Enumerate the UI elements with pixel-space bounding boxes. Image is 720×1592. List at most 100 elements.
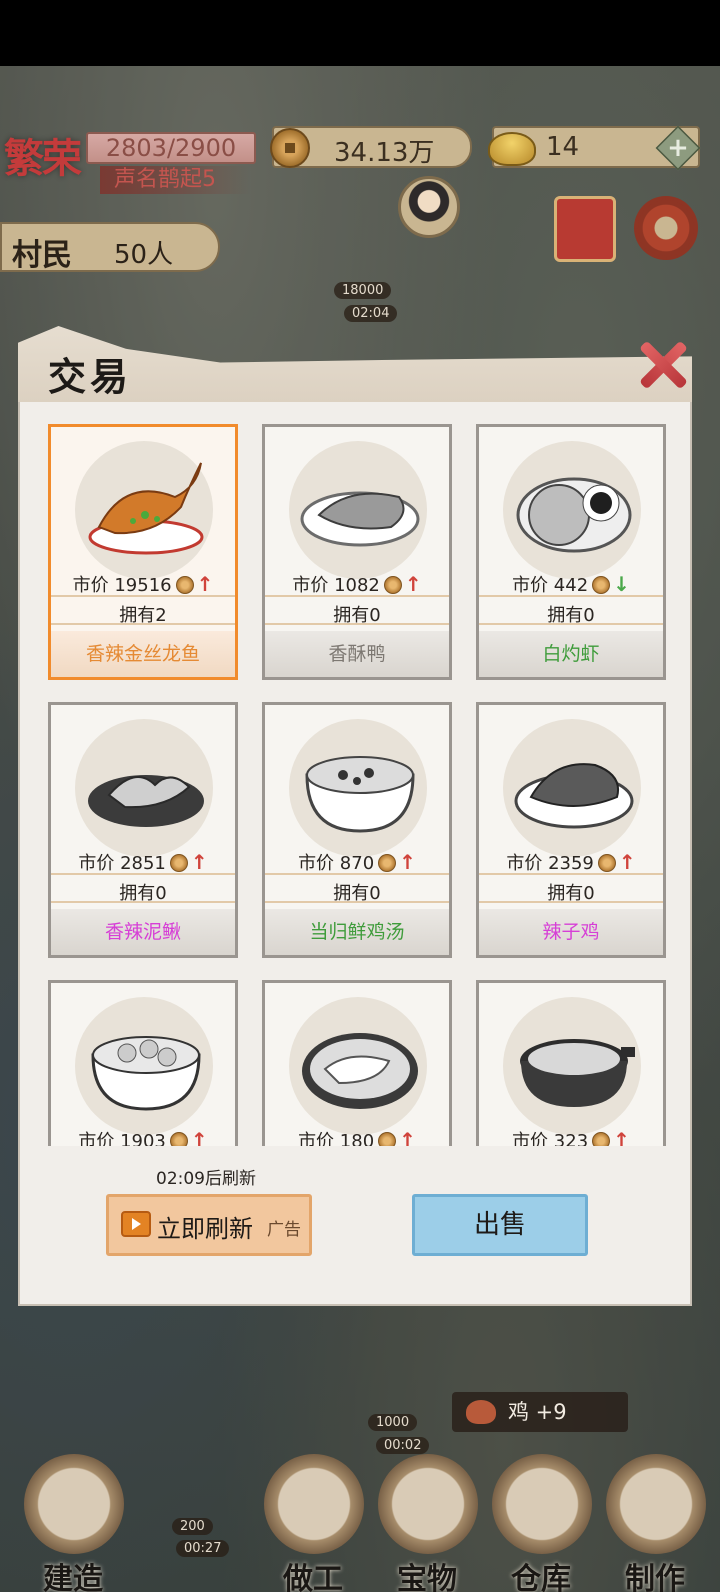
ingot-counter: 14 + <box>488 125 701 171</box>
market-price-value: 442 <box>553 575 589 596</box>
warehouse-icon <box>492 1454 592 1554</box>
dish-name: 当归鲜鸡汤 <box>265 909 449 955</box>
market-price-value: 2359 <box>548 853 594 874</box>
coin-icon <box>175 576 194 594</box>
market-price-value: 180 <box>339 1131 375 1146</box>
refresh-now-button[interactable]: 立即刷新 广告 <box>106 1194 312 1256</box>
nav-build[interactable]: 建造 <box>18 1440 128 1592</box>
nav-warehouse[interactable]: 仓库 <box>486 1440 596 1592</box>
market-price: 市价 1082 ↑ <box>265 571 449 597</box>
market-price-value: 1082 <box>334 575 380 596</box>
add-ingot-button[interactable]: + <box>655 125 701 171</box>
nav-label: 仓库 <box>511 1562 571 1592</box>
market-price: 市价 442 ↓ <box>479 571 663 597</box>
owned-count: 拥有0 <box>479 601 663 626</box>
prosperity-progress: 2803/2900 <box>86 132 256 164</box>
nav-work[interactable]: 做工 <box>258 1440 368 1592</box>
dish-name: 香辣金丝龙鱼 <box>51 631 235 677</box>
market-price-value: 19516 <box>114 575 172 596</box>
prosperity-level: 声名鹊起5 <box>100 166 250 194</box>
dish-card[interactable]: 市价 2359 ↑ 拥有0 辣子鸡 <box>476 702 666 958</box>
market-price-label: 市价 <box>72 575 115 596</box>
shrimp-dish-icon <box>516 477 632 553</box>
trend-up-icon: ↑ <box>404 572 422 596</box>
market-price: 市价 1903 ↑ <box>51 1127 235 1146</box>
nav-label: 制作 <box>625 1562 685 1592</box>
sell-button[interactable]: 出售 <box>412 1194 588 1256</box>
dish-card[interactable]: 市价 2851 ↑ 拥有0 香辣泥鳅 <box>48 702 238 958</box>
market-price-label: 市价 <box>78 1131 121 1146</box>
tv-ad-icon <box>121 1211 151 1237</box>
coin-icon <box>169 1132 188 1146</box>
villagers-value: 50人 <box>114 240 174 270</box>
bottom-nav: 建造 做工 宝物 仓库 制作 <box>0 1440 720 1592</box>
coin-icon <box>378 1132 397 1146</box>
nav-label: 建造 <box>43 1562 103 1592</box>
toast-text: 鸡 +9 <box>508 1400 567 1424</box>
gold-ingot-icon <box>488 132 536 166</box>
market-price: 市价 180 ↑ <box>265 1127 449 1146</box>
coins-value: 34.13万 <box>334 138 435 168</box>
market-price-label: 市价 <box>292 575 335 596</box>
villagers-counter[interactable]: 村民 50人 <box>0 222 220 273</box>
nav-craft[interactable]: 制作 <box>600 1440 710 1592</box>
market-price-label: 市价 <box>512 1131 554 1146</box>
coin-icon <box>169 854 188 872</box>
dish-name: 白灼虾 <box>479 631 663 677</box>
trend-down-icon: ↓ <box>613 572 630 596</box>
dish-card[interactable]: 市价 1903 ↑ <box>48 980 238 1146</box>
work-icon <box>264 1454 364 1554</box>
character-avatar[interactable] <box>398 176 460 238</box>
world-reward-tag: 18000 <box>334 282 392 299</box>
villagers-label: 村民 <box>12 238 72 273</box>
market-price-label: 市价 <box>298 1131 340 1146</box>
nav-treasure[interactable]: 宝物 <box>372 1440 482 1592</box>
dish-card[interactable]: 市价 870 ↑ 拥有0 当归鲜鸡汤 <box>262 702 452 958</box>
dish-name: 辣子鸡 <box>479 909 663 955</box>
spicy-chicken-icon <box>514 763 634 829</box>
coins-counter: 34.13万 <box>270 126 472 168</box>
copper-coin-icon <box>270 128 310 168</box>
dish-name: 香辣泥鳅 <box>51 909 235 955</box>
craft-icon <box>606 1454 706 1554</box>
trend-up-icon: ↑ <box>618 850 636 874</box>
nav-label: 做工 <box>283 1562 343 1592</box>
dish-card[interactable]: 市价 442 ↓ 拥有0 白灼虾 <box>476 424 666 680</box>
coin-icon <box>378 854 397 872</box>
owned-count: 拥有0 <box>479 879 663 904</box>
chicken-icon <box>466 1400 496 1424</box>
red-envelope-button[interactable] <box>554 196 616 262</box>
vegetable-bowl-icon <box>302 1033 418 1109</box>
dish-card[interactable]: 市价 323 ↑ <box>476 980 666 1146</box>
close-icon[interactable] <box>636 338 690 392</box>
status-bar <box>0 0 720 66</box>
dish-card[interactable]: 市价 1082 ↑ 拥有0 香酥鸭 <box>262 424 452 680</box>
world-reward-tag: 1000 <box>368 1414 418 1431</box>
market-price-value: 1903 <box>120 1131 166 1146</box>
market-price-label: 市价 <box>298 853 340 874</box>
owned-count: 拥有0 <box>51 879 235 904</box>
dish-name: 香酥鸭 <box>265 631 449 677</box>
dish-grid[interactable]: 市价 19516 ↑ 拥有2 香辣金丝龙鱼 市价 1082 ↑ 拥有0 香酥鸭 市价 442 ↓ 拥… <box>48 424 672 1146</box>
nav-label: 宝物 <box>397 1562 457 1592</box>
resource-toast: 鸡 +9 <box>452 1392 628 1432</box>
market-price: 市价 19516 ↑ <box>51 571 235 597</box>
market-price: 市价 2851 ↑ <box>51 849 235 875</box>
ingot-value: 14 <box>546 132 580 162</box>
dish-card[interactable]: 市价 19516 ↑ 拥有2 香辣金丝龙鱼 <box>48 424 238 680</box>
prosperity-panel[interactable]: 繁荣 2803/2900 声名鹊起5 <box>0 126 265 196</box>
market-price-label: 市价 <box>512 575 554 596</box>
trend-up-icon: ↑ <box>196 572 214 596</box>
market-price: 市价 870 ↑ <box>265 849 449 875</box>
market-price: 市价 2359 ↑ <box>479 849 663 875</box>
owned-count: 拥有2 <box>51 601 235 626</box>
coin-icon <box>597 854 616 872</box>
world-timer-tag: 02:04 <box>344 305 398 322</box>
trend-up-icon: ↑ <box>399 850 416 874</box>
build-icon <box>24 1454 124 1554</box>
plus-icon: + <box>667 132 689 163</box>
dish-card[interactable]: 市价 180 ↑ <box>262 980 452 1146</box>
gear-icon[interactable] <box>634 196 698 260</box>
refresh-button-label: 立即刷新 <box>157 1215 253 1243</box>
loach-dish-icon <box>88 775 204 827</box>
